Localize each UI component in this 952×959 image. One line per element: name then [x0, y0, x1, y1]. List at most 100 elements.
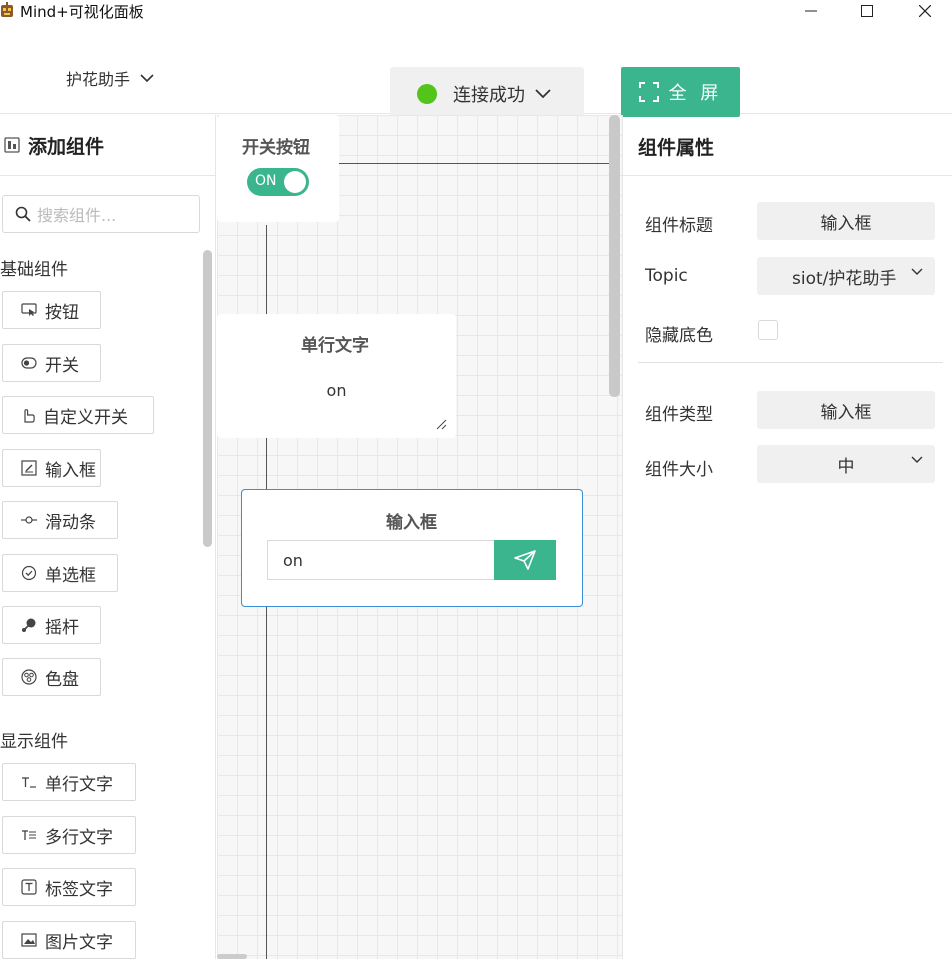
- component-switch-label: 开关: [45, 355, 79, 376]
- input-widget-title: 输入框: [386, 513, 437, 533]
- project-name: 护花助手: [66, 70, 131, 89]
- minimize-icon: [805, 10, 817, 12]
- component-switch[interactable]: 开关: [2, 344, 101, 382]
- component-color-picker[interactable]: 色盘: [2, 658, 101, 696]
- prop-title-input[interactable]: 输入框: [757, 202, 935, 240]
- component-single-line-text-label: 单行文字: [45, 774, 113, 795]
- pointer-icon: [24, 409, 35, 423]
- prop-size-select[interactable]: 中: [757, 445, 935, 483]
- canvas-scrollbar[interactable]: [609, 115, 620, 397]
- text-box-icon: [21, 879, 37, 895]
- top-header: 护花助手 连接成功 全 屏: [0, 22, 952, 120]
- maximize-button[interactable]: [844, 0, 890, 22]
- fullscreen-icon: [638, 82, 659, 102]
- switch-toggle[interactable]: ON: [247, 168, 309, 196]
- fullscreen-label: 全 屏: [668, 83, 723, 104]
- app-logo-icon: [1, 2, 13, 17]
- component-input-label: 输入框: [45, 460, 96, 481]
- close-icon: [919, 5, 931, 17]
- component-radio-label: 单选框: [45, 565, 96, 586]
- single-line-text-widget-title: 单行文字: [301, 336, 369, 356]
- alignment-guide-horizontal: [339, 163, 609, 164]
- single-line-text-widget[interactable]: 单行文字 on: [217, 314, 456, 438]
- prop-hide-bg-label: 隐藏底色: [645, 326, 713, 346]
- chevron-down-icon: [911, 268, 923, 275]
- maximize-icon: [861, 5, 873, 17]
- component-library-header: 添加组件: [0, 115, 215, 176]
- window-title: Mind+可视化面板: [20, 3, 144, 21]
- fullscreen-button[interactable]: 全 屏: [621, 67, 740, 117]
- component-label-text[interactable]: 标签文字: [2, 868, 136, 906]
- component-slider-label: 滑动条: [45, 512, 96, 533]
- text-multiline-icon: [22, 830, 36, 840]
- component-custom-switch[interactable]: 自定义开关: [2, 396, 154, 434]
- component-image-text-label: 图片文字: [45, 932, 113, 953]
- single-line-text-value: on: [326, 381, 347, 400]
- input-widget-value: on: [283, 550, 303, 570]
- component-library-scrollbar[interactable]: [203, 250, 212, 547]
- hide-background-checkbox[interactable]: [758, 320, 778, 340]
- input-widget-field[interactable]: on: [267, 540, 494, 580]
- properties-divider: [638, 362, 943, 363]
- component-single-line-text[interactable]: 单行文字: [2, 763, 136, 801]
- display-components-group-label: 显示组件: [0, 732, 68, 752]
- add-widget-icon: [4, 137, 20, 153]
- canvas-horizontal-scrollbar[interactable]: [217, 954, 247, 959]
- chevron-down-icon: [140, 74, 154, 83]
- component-image-text[interactable]: 图片文字: [2, 921, 136, 959]
- search-icon: [15, 206, 31, 222]
- component-color-picker-label: 色盘: [45, 669, 79, 690]
- prop-size-label: 组件大小: [645, 460, 713, 480]
- palette-icon: [21, 669, 37, 685]
- search-input[interactable]: 搜索组件...: [2, 195, 200, 233]
- slider-icon: [21, 516, 37, 524]
- connection-status-text: 连接成功: [453, 84, 525, 106]
- component-multi-line-text-label: 多行文字: [45, 827, 113, 848]
- toggle-icon: [21, 357, 37, 369]
- switch-state-label: ON: [255, 173, 277, 189]
- component-input[interactable]: 输入框: [2, 449, 101, 487]
- connection-status-dropdown[interactable]: 连接成功: [390, 67, 584, 120]
- search-placeholder: 搜索组件...: [37, 206, 117, 225]
- connection-status-dot: [417, 83, 437, 104]
- dashboard-canvas[interactable]: 开关按钮 ON 单行文字 on 输入框 on: [217, 115, 622, 959]
- image-icon: [21, 933, 37, 947]
- properties-header: 组件属性: [623, 115, 952, 176]
- prop-title-label: 组件标题: [645, 216, 713, 236]
- component-button-label: 按钮: [45, 302, 79, 323]
- button-icon: [21, 303, 37, 316]
- check-circle-icon: [21, 565, 37, 581]
- resize-handle-icon[interactable]: [435, 418, 447, 430]
- properties-panel: 组件属性 组件标题 输入框 Topic siot/护花助手 隐藏底色 组件类型 …: [622, 115, 952, 959]
- input-widget[interactable]: 输入框 on: [241, 489, 583, 607]
- component-joystick[interactable]: 摇杆: [2, 606, 101, 644]
- minimize-button[interactable]: [788, 0, 834, 22]
- window-titlebar: Mind+可视化面板: [0, 0, 952, 22]
- prop-topic-label: Topic: [645, 266, 688, 286]
- component-custom-switch-label: 自定义开关: [43, 407, 128, 428]
- component-button[interactable]: 按钮: [2, 291, 101, 329]
- component-joystick-label: 摇杆: [45, 617, 79, 638]
- prop-topic-value: siot/护花助手: [792, 268, 897, 289]
- component-radio[interactable]: 单选框: [2, 554, 118, 592]
- switch-widget-title: 开关按钮: [242, 138, 310, 158]
- close-button[interactable]: [902, 0, 948, 22]
- chevron-down-icon: [911, 456, 923, 463]
- prop-title-value: 输入框: [820, 213, 872, 234]
- component-library-panel: 添加组件 搜索组件... 基础组件 按钮 开关 自定义开关 输入框 滑动条 单选…: [0, 115, 216, 959]
- send-button[interactable]: [494, 540, 556, 580]
- text-line-icon: [22, 777, 36, 788]
- send-icon: [514, 550, 536, 570]
- component-slider[interactable]: 滑动条: [2, 501, 118, 539]
- component-label-text-label: 标签文字: [45, 879, 113, 900]
- component-library-title: 添加组件: [28, 135, 105, 158]
- prop-type-label: 组件类型: [645, 405, 713, 425]
- joystick-icon: [22, 618, 36, 632]
- switch-widget[interactable]: 开关按钮 ON: [217, 115, 339, 222]
- project-selector[interactable]: 护花助手: [66, 66, 154, 90]
- component-multi-line-text[interactable]: 多行文字: [2, 816, 136, 854]
- prop-size-value: 中: [837, 456, 855, 477]
- basic-components-group-label: 基础组件: [0, 260, 68, 280]
- chevron-down-icon: [535, 88, 551, 98]
- prop-topic-select[interactable]: siot/护花助手: [757, 257, 935, 295]
